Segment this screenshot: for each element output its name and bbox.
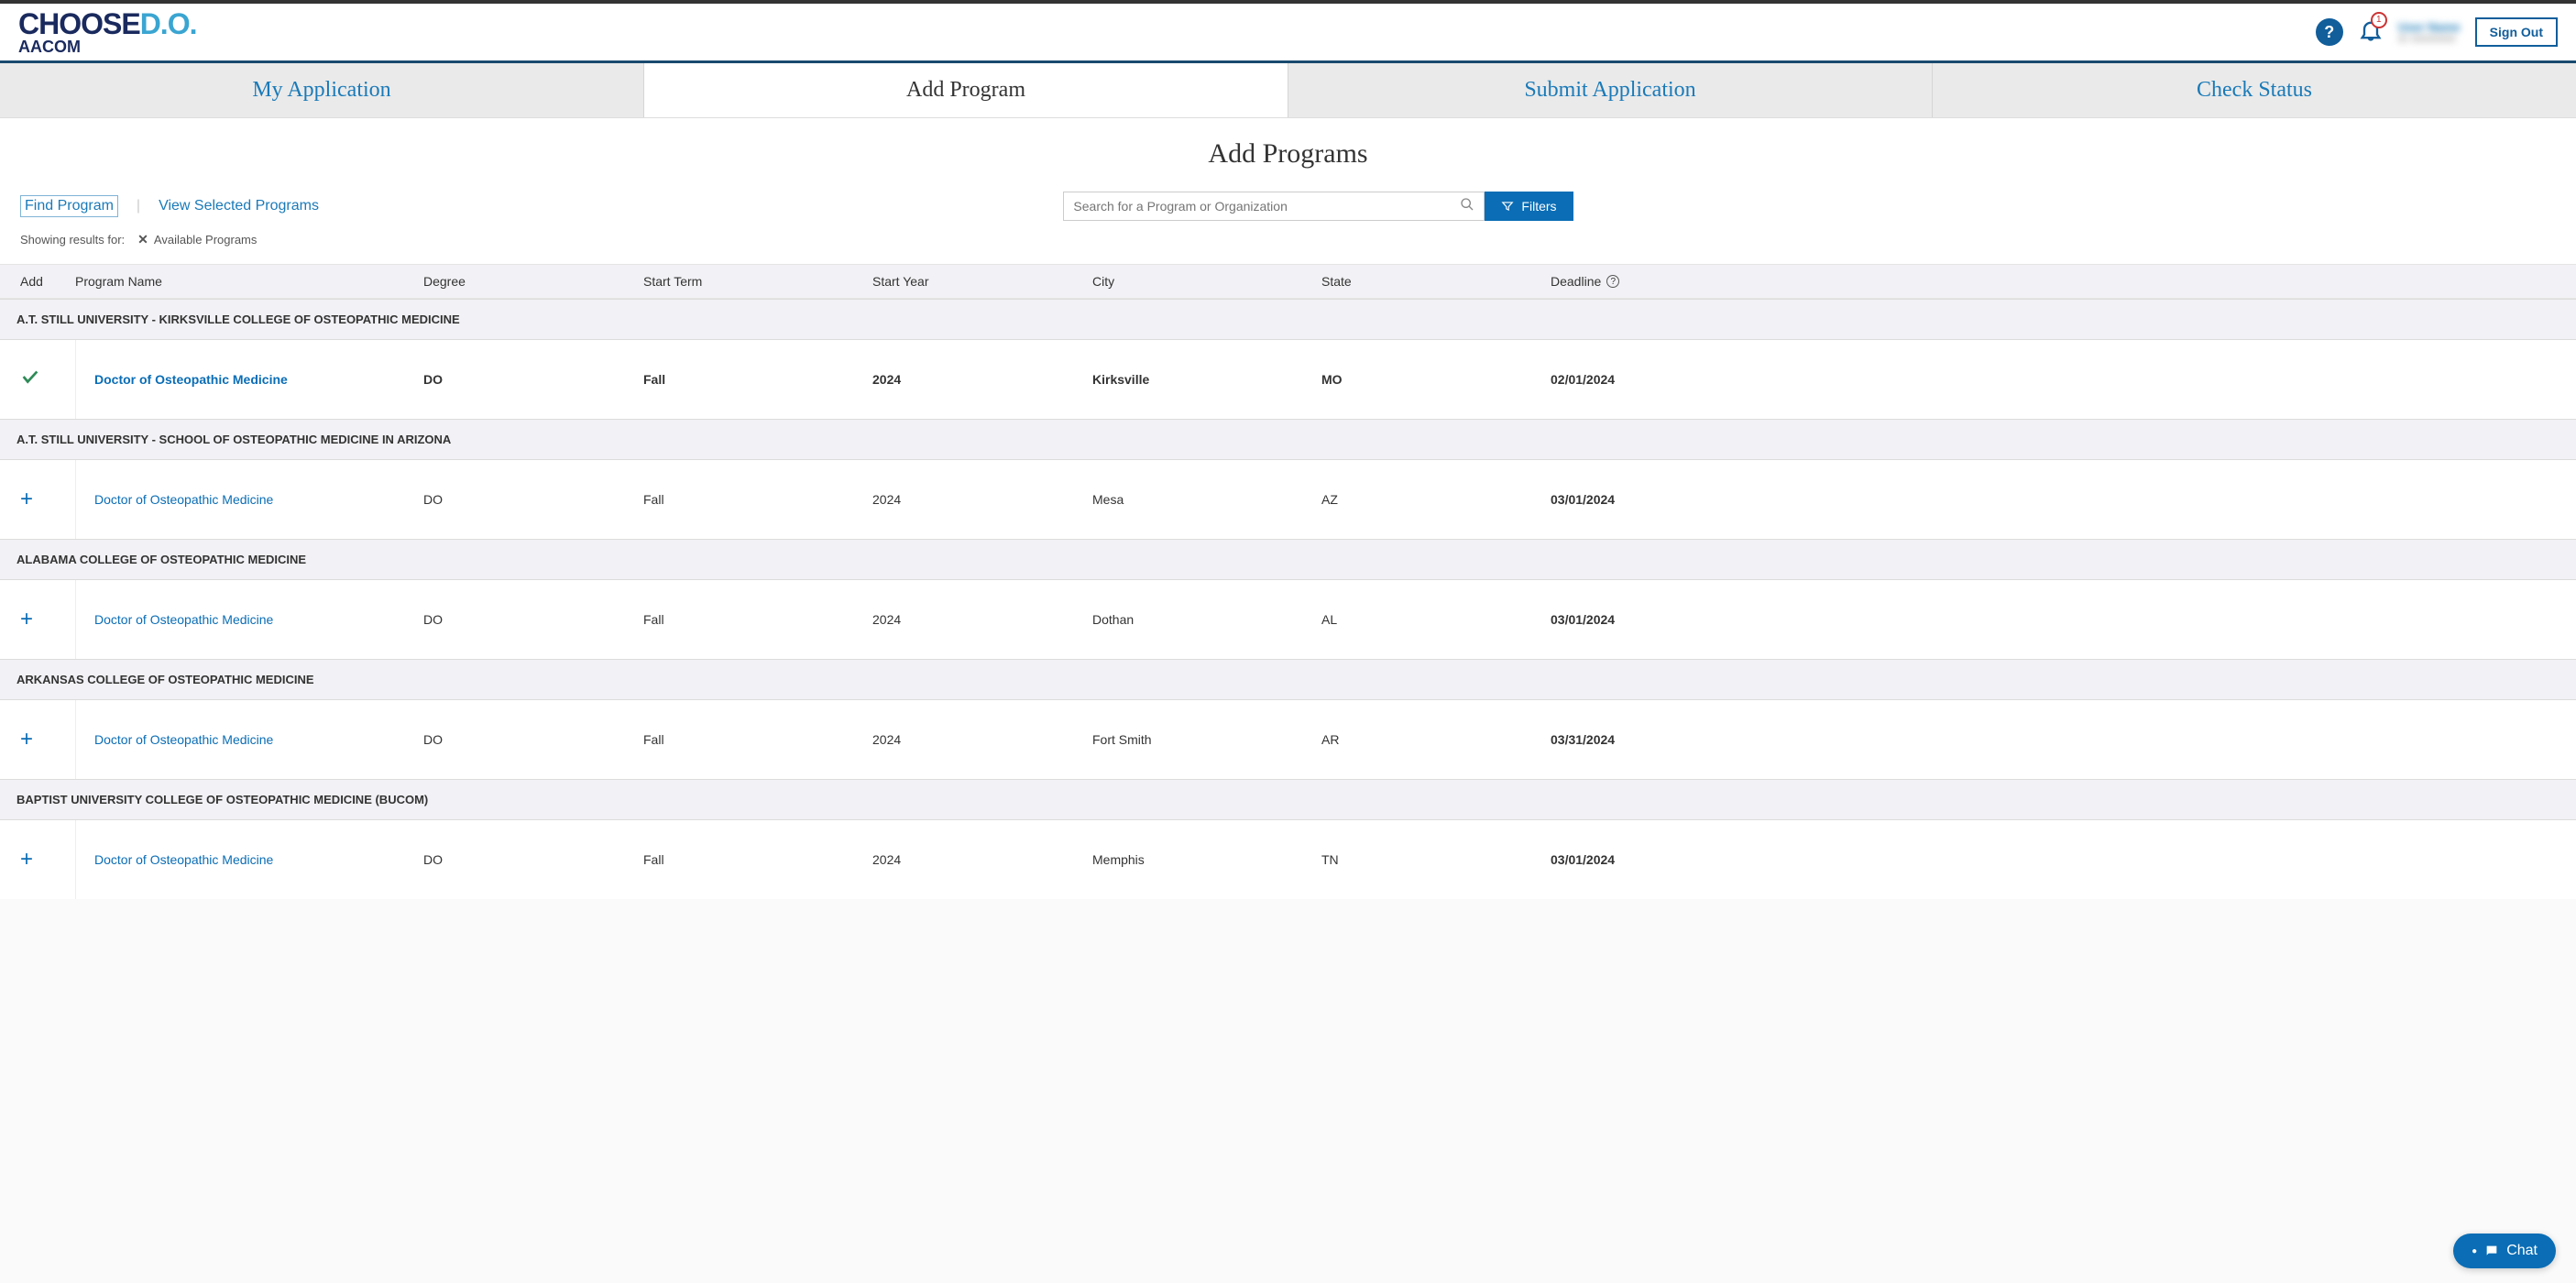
chat-label: Chat [2506,1243,2538,1259]
page-title: Add Programs [0,118,2576,179]
help-icon[interactable]: ? [1606,275,1619,288]
cell-degree: DO [423,612,643,627]
col-term[interactable]: Start Term [643,274,872,289]
subtab-separator: | [137,198,140,214]
cell-term: Fall [643,612,872,627]
program-link[interactable]: Doctor of Osteopathic Medicine [94,492,273,507]
search-box[interactable] [1063,192,1485,221]
col-name[interactable]: Program Name [75,274,423,289]
cell-city: Fort Smith [1092,732,1321,747]
cell-state: AR [1321,732,1551,747]
help-icon[interactable]: ? [2316,18,2343,46]
cell-term: Fall [643,732,872,747]
cell-degree: DO [423,852,643,867]
group-header: ARKANSAS COLLEGE OF OSTEOPATHIC MEDICINE [0,659,2576,700]
cell-state: AZ [1321,492,1551,507]
add-program-button[interactable]: + [20,487,33,512]
logo-prefix: CHOOSE [18,7,140,40]
tab-my-application[interactable]: My Application [0,63,644,117]
user-id: ID 00000000 [2398,34,2461,45]
col-state[interactable]: State [1321,274,1551,289]
filters-label: Filters [1521,199,1556,214]
cell-city: Mesa [1092,492,1321,507]
subtab-find-program[interactable]: Find Program [20,195,118,217]
cell-deadline: 02/01/2024 [1551,372,2556,387]
search-icon[interactable] [1460,197,1474,216]
controls: Find Program | View Selected Programs Fi… [0,179,2576,226]
table-header: Add Program Name Degree Start Term Start… [0,264,2576,299]
table-row: + Doctor of Osteopathic Medicine DOFall202… [0,820,2576,899]
cell-city: Memphis [1092,852,1321,867]
tab-check-status[interactable]: Check Status [1933,63,2576,117]
user-info[interactable]: User Name ID 00000000 [2398,20,2461,45]
results-label: Showing results for: [20,233,125,247]
add-program-button[interactable]: + [20,607,33,632]
chat-icon [2484,1244,2499,1258]
cell-year: 2024 [872,372,1092,387]
signout-button[interactable]: Sign Out [2475,17,2558,47]
cell-degree: DO [423,732,643,747]
col-city[interactable]: City [1092,274,1321,289]
group-header: ALABAMA COLLEGE OF OSTEOPATHIC MEDICINE [0,539,2576,580]
cell-state: MO [1321,372,1551,387]
cell-term: Fall [643,372,872,387]
logo-sub: AACOM [18,38,196,57]
cell-term: Fall [643,852,872,867]
cell-deadline: 03/31/2024 [1551,732,2556,747]
header: CHOOSED.O. AACOM ? 1 User Name ID 000000… [0,4,2576,61]
subtab-view-selected[interactable]: View Selected Programs [159,198,319,214]
add-program-button[interactable]: + [20,847,33,872]
group-header: A.T. STILL UNIVERSITY - SCHOOL OF OSTEOP… [0,419,2576,460]
cell-city: Dothan [1092,612,1321,627]
logo-suffix: D.O. [140,7,197,40]
added-check-icon[interactable] [20,367,40,393]
cell-deadline: 03/01/2024 [1551,492,2556,507]
filter-icon [1501,200,1514,213]
group-header: A.T. STILL UNIVERSITY - KIRKSVILLE COLLE… [0,299,2576,340]
notifications-icon[interactable]: 1 [2358,17,2384,48]
program-link[interactable]: Doctor of Osteopathic Medicine [94,732,273,747]
table-row: + Doctor of Osteopathic Medicine DOFall202… [0,580,2576,659]
filters-button[interactable]: Filters [1485,192,1573,221]
cell-year: 2024 [872,852,1092,867]
add-program-button[interactable]: + [20,727,33,752]
notification-badge: 1 [2371,12,2387,28]
chip-text: Available Programs [154,233,257,247]
programs-table: Add Program Name Degree Start Term Start… [0,264,2576,899]
table-row: Doctor of Osteopathic Medicine DOFall2024… [0,340,2576,419]
col-deadline[interactable]: Deadline ? [1551,274,2556,289]
logo[interactable]: CHOOSED.O. AACOM [18,7,196,57]
cell-degree: DO [423,372,643,387]
user-name: User Name [2398,20,2461,34]
col-year[interactable]: Start Year [872,274,1092,289]
search-input[interactable] [1073,199,1460,214]
chat-button[interactable]: Chat [2453,1234,2556,1268]
tab-submit-application[interactable]: Submit Application [1288,63,1933,117]
cell-deadline: 03/01/2024 [1551,852,2556,867]
program-link[interactable]: Doctor of Osteopathic Medicine [94,372,288,387]
main-tabs: My Application Add Program Submit Applic… [0,63,2576,118]
table-row: + Doctor of Osteopathic Medicine DOFall202… [0,700,2576,779]
program-link[interactable]: Doctor of Osteopathic Medicine [94,612,273,627]
table-row: + Doctor of Osteopathic Medicine DOFall202… [0,460,2576,539]
col-add: Add [20,274,75,289]
cell-year: 2024 [872,732,1092,747]
col-degree[interactable]: Degree [423,274,643,289]
group-header: BAPTIST UNIVERSITY COLLEGE OF OSTEOPATHI… [0,779,2576,820]
cell-year: 2024 [872,612,1092,627]
cell-state: AL [1321,612,1551,627]
cell-year: 2024 [872,492,1092,507]
chip-remove-icon[interactable]: ✕ [137,232,148,247]
cell-state: TN [1321,852,1551,867]
cell-degree: DO [423,492,643,507]
cell-term: Fall [643,492,872,507]
results-hint: Showing results for: ✕ Available Program… [0,226,2576,264]
program-link[interactable]: Doctor of Osteopathic Medicine [94,852,273,867]
cell-deadline: 03/01/2024 [1551,612,2556,627]
tab-add-program[interactable]: Add Program [644,63,1288,117]
cell-city: Kirksville [1092,372,1321,387]
